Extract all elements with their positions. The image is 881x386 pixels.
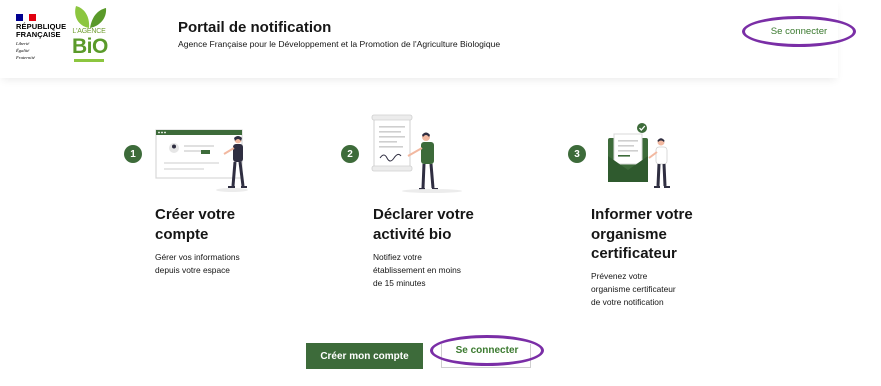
step-2-title: Déclarer votre activité bio: [373, 205, 523, 244]
step-3-desc-line2: organisme certificateur: [591, 284, 676, 294]
step-1-description: Gérer vos informations depuis votre espa…: [155, 251, 305, 277]
page-title: Portail de notification: [178, 19, 332, 36]
step-2-desc-line1: Notifiez votre: [373, 252, 422, 262]
bio-logo-lagence: L'AGENCE: [72, 28, 106, 35]
step-3-title-line2: organisme: [591, 225, 667, 243]
french-flag-icon: [16, 14, 37, 21]
republic-name-line2: FRANÇAISE: [16, 30, 61, 39]
header-connect-button[interactable]: Se connecter: [742, 16, 856, 47]
step-1-desc-line1: Gérer vos informations: [155, 252, 240, 262]
step-2-title-line2: activité bio: [373, 225, 452, 243]
leaf-icon: [75, 6, 107, 28]
step-1-badge: 1: [124, 145, 142, 163]
step-2-badge: 2: [341, 145, 359, 163]
connect-button[interactable]: Se connecter: [430, 335, 544, 366]
step-1-desc-line2: depuis votre espace: [155, 265, 230, 275]
site-header: RÉPUBLIQUE FRANÇAISE Liberté Égalité Fra…: [0, 0, 838, 78]
step-1-title: Créer votre compte: [155, 205, 305, 244]
create-account-button[interactable]: Créer mon compte: [306, 343, 423, 369]
step-3-title: Informer votre organisme certificateur: [591, 205, 741, 264]
step-2-title-line1: Déclarer votre: [373, 206, 474, 223]
agence-bio-logo[interactable]: L'AGENCE BiO: [70, 4, 108, 62]
mail-inbox-illustration: [604, 120, 680, 192]
bio-logo-word: BiO: [72, 35, 108, 58]
step-3-desc-line3: de votre notification: [591, 297, 664, 307]
step-3-title-line3: certificateur: [591, 245, 677, 262]
motto-line3: Fraternité: [16, 55, 35, 60]
step-3-description: Prévenez votre organisme certificateur d…: [591, 270, 741, 309]
marianne-logo[interactable]: RÉPUBLIQUE FRANÇAISE Liberté Égalité Fra…: [16, 14, 66, 60]
step-1-title-line1: Créer votre: [155, 206, 236, 223]
page-subtitle: Agence Française pour le Développement e…: [178, 39, 501, 49]
step-3-desc-line1: Prévenez votre: [591, 271, 648, 281]
step-3-badge: 3: [568, 145, 586, 163]
step-1-title-line2: compte: [155, 225, 209, 243]
account-creation-illustration: [154, 126, 249, 194]
document-signing-illustration: [370, 112, 466, 194]
step-2-desc-line2: établissement en moins: [373, 265, 461, 275]
bio-logo-underline: [74, 59, 104, 62]
motto-line1: Liberté: [16, 41, 30, 46]
motto-line2: Égalité: [16, 48, 30, 53]
step-3-title-line1: Informer votre: [591, 206, 693, 223]
step-2-description: Notifiez votre établissement en moins de…: [373, 251, 523, 290]
step-2-desc-line3: de 15 minutes: [373, 278, 426, 288]
